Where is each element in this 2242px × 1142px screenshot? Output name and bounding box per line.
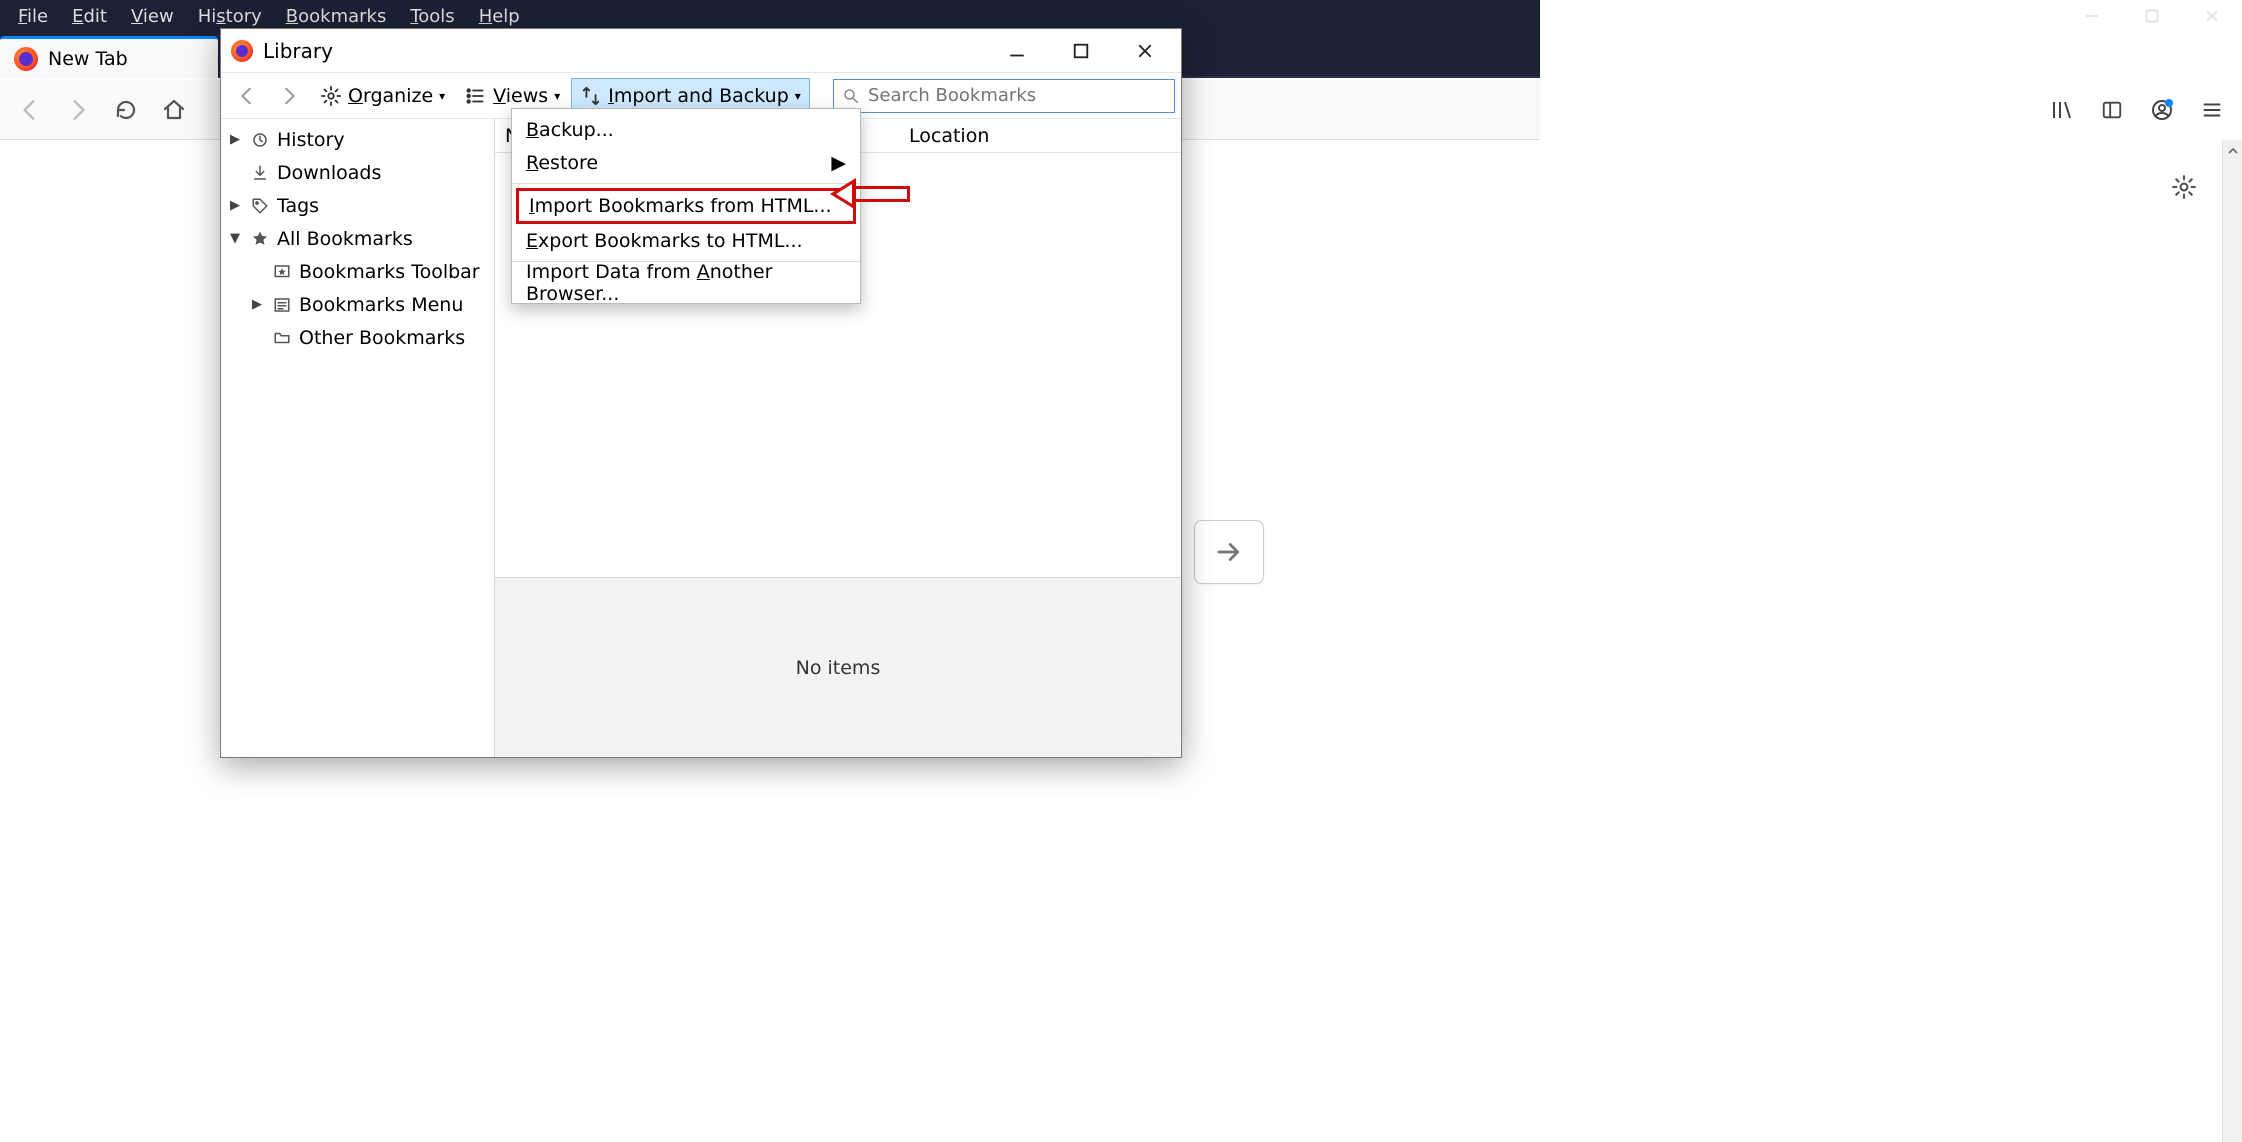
library-title: Library [263,39,333,63]
tree-downloads[interactable]: Downloads [221,156,494,189]
empty-state-text: No items [796,657,881,679]
tag-icon [249,197,271,215]
nav-forward-button[interactable] [56,88,100,132]
tab-new-tab[interactable]: New Tab [0,36,218,78]
library-sidebar: ▶ History Downloads ▶ Tags ▼ All Bookmar… [221,119,495,757]
tree-label: Other Bookmarks [299,327,465,349]
submenu-arrow-icon: ▶ [831,152,846,174]
menu-export-html[interactable]: Export Bookmarks to HTML... [512,224,860,257]
menu-list-icon [271,296,293,314]
library-button[interactable] [2040,88,2084,132]
collapse-icon[interactable]: ▼ [227,231,243,246]
library-maximize-button[interactable] [1061,36,1101,66]
download-icon [249,164,271,182]
account-button[interactable] [2140,88,2184,132]
nav-reload-button[interactable] [104,88,148,132]
column-location[interactable]: Location [899,125,1181,147]
tree-label: History [277,129,345,151]
star-icon [249,230,271,248]
tree-bookmarks-menu[interactable]: ▶ Bookmarks Menu [221,288,494,321]
gear-icon [320,85,342,107]
menu-import-html[interactable]: Import Bookmarks from HTML... [516,188,856,224]
import-export-icon [580,85,602,107]
window-maximize-button[interactable] [2122,0,2182,32]
tree-label: Bookmarks Menu [299,294,463,316]
menu-restore[interactable]: Restore▶ [512,146,860,179]
window-close-button[interactable] [2182,0,2242,32]
window-minimize-button[interactable] [2062,0,2122,32]
nav-right-controls [2040,80,2234,140]
annotation-arrow [830,178,912,210]
menu-bookmarks[interactable]: Bookmarks [274,2,399,31]
firefox-icon [231,40,253,62]
caret-down-icon: ▾ [439,89,445,103]
expand-icon[interactable]: ▶ [227,132,243,147]
tree-label: Bookmarks Toolbar [299,261,480,283]
firefox-icon [14,47,38,71]
tab-label: New Tab [48,48,128,70]
window-controls [2062,0,2242,32]
vertical-scrollbar[interactable] [2222,140,2242,1142]
menu-edit[interactable]: Edit [60,2,119,31]
caret-down-icon: ▾ [554,89,560,103]
library-titlebar[interactable]: Library [221,29,1181,73]
library-detail-pane: No items [495,577,1181,757]
search-go-button[interactable] [1194,520,1264,584]
menu-file[interactable]: File [6,2,60,31]
tree-label: Tags [277,195,319,217]
tree-label: Downloads [277,162,381,184]
tree-all-bookmarks[interactable]: ▼ All Bookmarks [221,222,494,255]
menu-view[interactable]: View [119,2,186,31]
tree-label: All Bookmarks [277,228,413,250]
search-icon [842,87,860,105]
clock-icon [249,131,271,149]
menu-import-another-browser[interactable]: Import Data from Another Browser... [512,266,860,299]
library-back-button[interactable] [227,78,267,114]
star-outline-icon [271,263,293,281]
folder-icon [271,329,293,347]
library-window-controls [997,36,1171,66]
tree-bookmarks-toolbar[interactable]: Bookmarks Toolbar [221,255,494,288]
menu-help[interactable]: Help [467,2,532,31]
scroll-up-icon[interactable] [2223,140,2242,162]
list-icon [465,85,487,107]
menu-history[interactable]: History [186,2,274,31]
library-close-button[interactable] [1125,36,1165,66]
expand-icon[interactable]: ▶ [227,198,243,213]
library-forward-button[interactable] [269,78,309,114]
library-search-box[interactable] [833,79,1175,113]
library-search-input[interactable] [868,85,1166,106]
tree-other-bookmarks[interactable]: Other Bookmarks [221,321,494,354]
menu-tools[interactable]: Tools [398,2,466,31]
sidebar-button[interactable] [2090,88,2134,132]
page-settings-gear-icon[interactable] [2171,174,2197,200]
app-menu-button[interactable] [2190,88,2234,132]
nav-home-button[interactable] [152,88,196,132]
nav-back-button[interactable] [8,88,52,132]
menu-separator [512,183,860,184]
tree-history[interactable]: ▶ History [221,123,494,156]
tree-tags[interactable]: ▶ Tags [221,189,494,222]
organize-button[interactable]: Organize ▾ [311,78,454,114]
caret-down-icon: ▾ [795,89,801,103]
menu-backup[interactable]: Backup... [512,113,860,146]
expand-icon[interactable]: ▶ [249,297,265,312]
library-minimize-button[interactable] [997,36,1037,66]
import-backup-menu: Backup... Restore▶ Import Bookmarks from… [511,108,861,304]
